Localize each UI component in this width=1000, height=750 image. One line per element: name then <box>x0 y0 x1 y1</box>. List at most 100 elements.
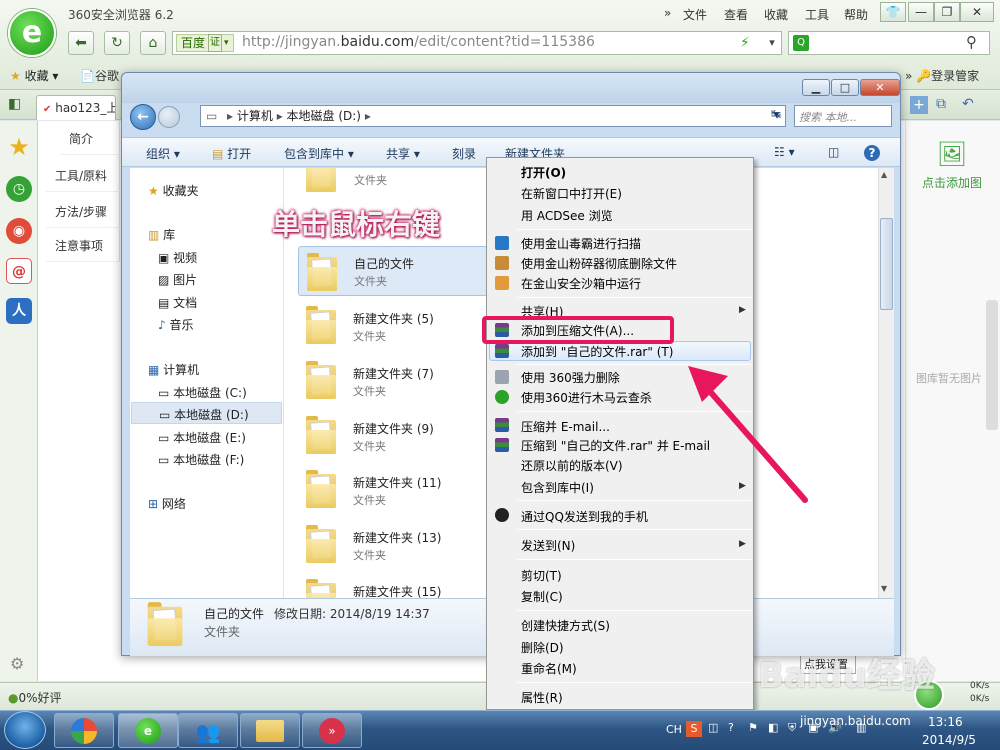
taskbar-app-explorer[interactable] <box>240 713 300 748</box>
menu-360-delete[interactable]: 使用 360强力删除 <box>521 369 620 386</box>
file-item[interactable]: 新建文件夹 (11) 文件夹 <box>298 464 488 514</box>
organize-button[interactable]: 组织 ▾ <box>146 145 180 162</box>
help-tray-icon[interactable]: ? <box>728 721 734 734</box>
scroll-up-icon[interactable]: ▲ <box>881 170 887 179</box>
home-button[interactable]: ⌂ <box>140 31 166 55</box>
menu-kingsoft-scan[interactable]: 使用金山毒霸进行扫描 <box>521 235 641 252</box>
explorer-address-bar[interactable]: ▭ ▸ 计算机 ▸ 本地磁盘 (D:) ▸ ▾ <box>200 105 786 127</box>
menu-properties[interactable]: 属性(R) <box>521 689 563 706</box>
file-list-scrollbar[interactable]: ▲ ▼ <box>878 168 894 598</box>
menu-copy[interactable]: 复制(C) <box>521 588 563 605</box>
back-button[interactable]: ⬅ <box>68 31 94 55</box>
menu-view[interactable]: 查看 <box>724 6 748 23</box>
nav-notes[interactable]: 注意事项 <box>46 228 120 262</box>
explorer-back-button[interactable]: ← <box>130 104 156 130</box>
add-image-label[interactable]: 点击添加图 <box>922 174 982 191</box>
menu-compress-email[interactable]: 压缩并 E-mail... <box>521 418 610 435</box>
explorer-close-button[interactable]: ✕ <box>860 79 900 96</box>
menu-open[interactable]: 打开(O) <box>521 164 566 181</box>
nav-favorites[interactable]: ★ 收藏夹 <box>148 179 300 201</box>
security-icon[interactable]: ⛨ <box>788 721 796 735</box>
menu-create-shortcut[interactable]: 创建快捷方式(S) <box>521 617 610 634</box>
menu-tools[interactable]: 工具 <box>805 6 829 23</box>
nav-steps[interactable]: 方法/步骤 <box>46 194 120 228</box>
explorer-titlebar[interactable] <box>122 73 900 103</box>
file-item[interactable]: 新建文件夹 (9) 文件夹 <box>298 410 488 460</box>
nav-intro[interactable]: 简介 <box>60 121 120 155</box>
menu-qq-send[interactable]: 通过QQ发送到我的手机 <box>521 508 648 525</box>
nav-network[interactable]: ⊞ 网络 <box>148 492 300 514</box>
preview-pane-icon[interactable]: ◫ <box>828 145 839 159</box>
weibo-icon[interactable]: ◉ <box>6 218 32 244</box>
menu-rename[interactable]: 重命名(M) <box>521 660 577 677</box>
file-item[interactable]: 新建文件夹 (5) 文件夹 <box>298 300 488 350</box>
nav-tools[interactable]: 工具/原料 <box>46 158 120 192</box>
favorites-star-icon[interactable]: ★ <box>6 134 32 160</box>
skin-icon[interactable]: 👕 <box>880 2 906 22</box>
undo-icon[interactable]: ↶ <box>962 96 974 112</box>
nav-drive-d[interactable]: ▭ 本地磁盘 (D:) <box>131 402 282 424</box>
tray-icon[interactable]: ◧ <box>768 721 778 734</box>
address-dropdown-icon[interactable]: ▾ <box>763 32 781 54</box>
menu-delete[interactable]: 删除(D) <box>521 639 564 656</box>
file-item-selected[interactable]: 自己的文件 文件夹 <box>298 246 488 296</box>
taskbar-app-users[interactable]: 👥 <box>178 713 238 748</box>
refresh-button[interactable]: ↻ <box>104 31 130 55</box>
share-button[interactable]: 共享 ▾ <box>386 145 420 162</box>
menu-sandbox[interactable]: 在金山安全沙箱中运行 <box>521 275 641 292</box>
url-text[interactable]: http://jingyan.baidu.com/edit/content?ti… <box>242 34 595 50</box>
view-options-icon[interactable]: ☷ ▾ <box>774 145 795 159</box>
explorer-maximize-button[interactable]: □ <box>831 79 859 96</box>
favorite-item[interactable]: 📄谷歌 <box>80 67 119 84</box>
restore-button[interactable]: ❐ <box>934 2 960 22</box>
renren-icon[interactable]: 人 <box>6 298 32 324</box>
menu-restore-versions[interactable]: 还原以前的版本(V) <box>521 457 623 474</box>
settings-gear-icon[interactable]: ⚙ <box>10 654 24 673</box>
menu-favorites[interactable]: 收藏 <box>764 6 788 23</box>
tab-hao123[interactable]: ✔ hao123_上 <box>36 95 116 120</box>
refresh-icon[interactable]: ↹ <box>765 107 787 125</box>
page-scrollbar[interactable] <box>986 300 998 430</box>
nav-computer[interactable]: ▦ 计算机 <box>148 358 300 380</box>
lightning-icon[interactable]: ⚡ <box>740 35 750 51</box>
search-engine-icon[interactable]: Q <box>793 35 809 51</box>
menu-file[interactable]: 文件 <box>683 6 707 23</box>
search-engine-badge[interactable]: 百度 证 ▾ <box>176 34 234 52</box>
file-item[interactable]: 新建文件夹 (15) <box>298 573 488 598</box>
clock-time[interactable]: 13:16 <box>928 715 963 729</box>
menu-help[interactable]: 帮助 <box>844 6 868 23</box>
start-button[interactable] <box>4 711 46 749</box>
scroll-down-icon[interactable]: ▼ <box>881 584 887 593</box>
search-icon[interactable]: ⚲ <box>966 33 977 51</box>
file-item[interactable]: 文件夹 <box>286 168 506 194</box>
menu-cut[interactable]: 剪切(T) <box>521 567 562 584</box>
menu-kingsoft-shred[interactable]: 使用金山粉碎器彻底删除文件 <box>521 255 677 272</box>
burn-button[interactable]: 刻录 <box>452 145 476 162</box>
tray-icon[interactable]: ◫ <box>708 721 718 734</box>
menu-open-new-window[interactable]: 在新窗口中打开(E) <box>521 185 622 202</box>
taskbar-app-photos[interactable] <box>54 713 114 748</box>
input-language[interactable]: CH <box>666 723 682 736</box>
include-library-button[interactable]: 包含到库中 ▾ <box>284 145 354 162</box>
menu-send-to[interactable]: 发送到(N) <box>521 537 575 554</box>
file-item[interactable]: 新建文件夹 (7) 文件夹 <box>298 355 488 405</box>
menu-acdsee[interactable]: 用 ACDSee 浏览 <box>521 207 613 224</box>
login-button[interactable]: » 🔑登录管家 <box>905 67 979 84</box>
help-icon[interactable]: ? <box>864 145 880 161</box>
breadcrumb-computer[interactable]: 计算机 <box>237 109 273 123</box>
menu-include-library[interactable]: 包含到库中(I) <box>521 479 594 496</box>
sidebar-toggle-icon[interactable]: ◧ <box>8 96 21 112</box>
menu-add-to-rar[interactable]: 添加到 "自己的文件.rar" (T) <box>521 343 673 360</box>
menu-360-scan[interactable]: 使用360进行木马云查杀 <box>521 389 652 406</box>
clock-icon[interactable]: ◷ <box>6 176 32 202</box>
close-button[interactable]: ✕ <box>960 2 994 22</box>
sogou-icon[interactable]: S <box>686 721 702 737</box>
search-input[interactable] <box>788 31 990 55</box>
tray-icon[interactable]: ⚑ <box>748 721 758 734</box>
email-icon[interactable]: @ <box>6 258 32 284</box>
taskbar-app-360browser[interactable]: e <box>118 713 178 748</box>
file-item[interactable]: 新建文件夹 (13) 文件夹 <box>298 519 488 569</box>
explorer-search-input[interactable]: 搜索 本地... <box>794 105 892 127</box>
clock-date[interactable]: 2014/9/5 <box>922 733 976 747</box>
add-image-icon[interactable]: 🖼 <box>932 140 972 170</box>
